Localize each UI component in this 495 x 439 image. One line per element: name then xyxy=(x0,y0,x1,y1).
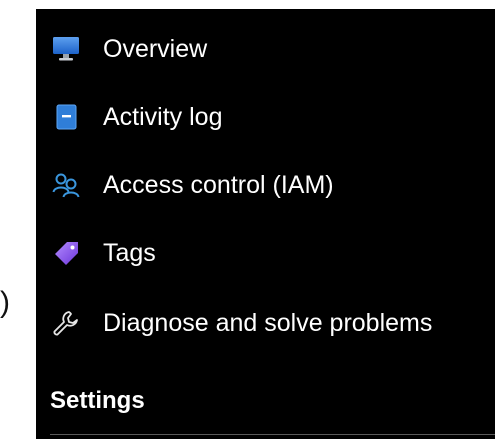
menu-item-diagnose[interactable]: Diagnose and solve problems xyxy=(50,301,480,345)
monitor-icon xyxy=(50,33,82,65)
settings-section-title: Settings xyxy=(50,387,145,414)
menu-item-activity-log[interactable]: Activity log xyxy=(50,95,480,139)
menu-item-access-control[interactable]: Access control (IAM) xyxy=(50,163,480,207)
people-icon xyxy=(50,169,82,201)
menu-item-label: Tags xyxy=(103,238,156,267)
wrench-icon xyxy=(50,307,82,339)
menu-item-label: Overview xyxy=(103,34,208,63)
menu-item-label: Activity log xyxy=(103,102,223,131)
menu-item-tags[interactable]: Tags xyxy=(50,231,480,275)
stray-parenthesis: ) xyxy=(0,286,10,319)
menu-item-label: Diagnose and solve problems xyxy=(103,308,433,337)
menu-item-overview[interactable]: Overview xyxy=(50,27,480,71)
tag-icon xyxy=(50,237,82,269)
section-divider xyxy=(50,434,495,435)
side-menu-panel: Overview Activity log Access control (IA… xyxy=(36,9,495,439)
menu-item-label: Access control (IAM) xyxy=(103,170,334,199)
activity-log-icon xyxy=(50,101,82,133)
